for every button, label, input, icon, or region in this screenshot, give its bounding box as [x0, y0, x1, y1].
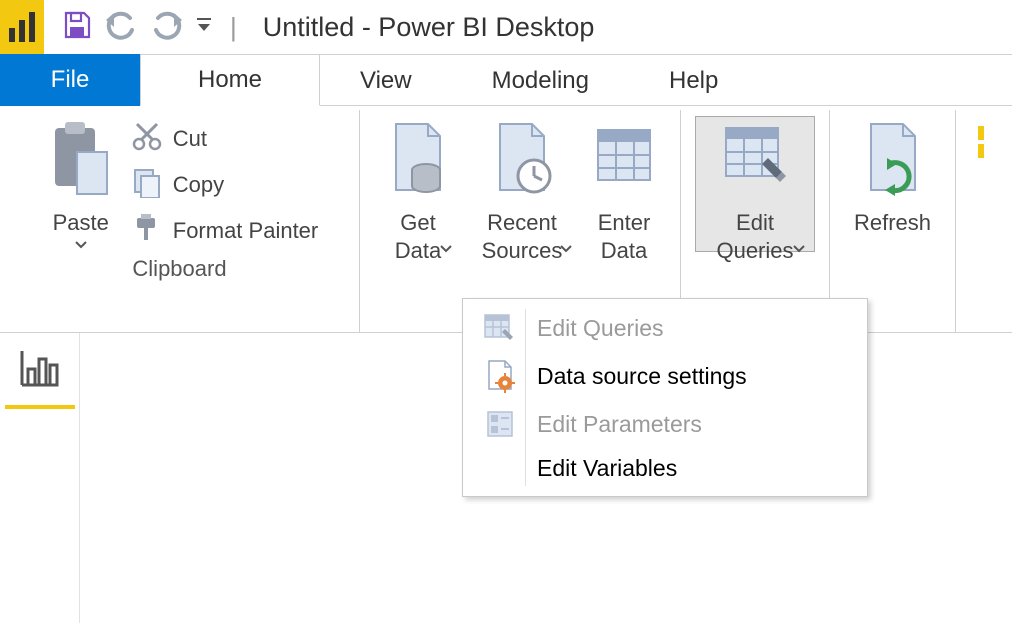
chevron-down-icon — [560, 240, 572, 248]
paste-icon — [51, 120, 111, 203]
edit-queries-label: Edit Queries — [716, 209, 793, 264]
tab-view[interactable]: View — [320, 54, 452, 106]
menu-edit-queries-label: Edit Queries — [537, 315, 664, 342]
paste-label: Paste — [53, 209, 109, 237]
data-source-settings-icon — [481, 359, 519, 393]
get-data-button[interactable]: Get Data — [374, 116, 462, 252]
edit-queries-button[interactable]: Edit Queries — [695, 116, 815, 252]
chevron-down-icon — [440, 240, 452, 248]
tab-help[interactable]: Help — [629, 54, 758, 106]
menu-data-source-settings[interactable]: Data source settings — [463, 351, 867, 401]
recent-sources-button[interactable]: Recent Sources — [462, 116, 582, 252]
save-icon[interactable] — [62, 10, 92, 45]
edit-queries-icon — [720, 120, 790, 203]
group-clipboard: Paste Cut — [0, 110, 360, 332]
menu-separator — [525, 309, 526, 486]
enter-data-icon — [592, 120, 656, 203]
chevron-down-icon — [793, 240, 805, 248]
clipboard-group-label: Clipboard — [132, 256, 226, 282]
enter-data-label: Enter Data — [598, 209, 651, 264]
chevron-down-icon — [75, 237, 87, 245]
qat-dropdown-icon[interactable] — [196, 16, 212, 39]
menu-edit-queries: Edit Queries — [463, 305, 867, 351]
menu-edit-variables[interactable]: Edit Variables — [463, 447, 867, 490]
copy-button[interactable]: Copy — [131, 166, 319, 204]
get-data-icon — [386, 120, 450, 203]
undo-icon[interactable] — [104, 10, 138, 45]
tab-file[interactable]: File — [0, 54, 140, 106]
group-extra — [956, 110, 1012, 332]
menu-data-source-settings-label: Data source settings — [537, 363, 747, 390]
format-painter-label: Format Painter — [173, 218, 319, 244]
app-icon — [0, 0, 44, 54]
tab-home[interactable]: Home — [140, 54, 320, 106]
recent-sources-label: Recent Sources — [482, 209, 563, 264]
cut-button[interactable]: Cut — [131, 120, 319, 158]
qat-separator: | — [230, 12, 237, 43]
report-view-button[interactable] — [5, 333, 75, 409]
cut-icon — [131, 120, 163, 158]
redo-icon[interactable] — [150, 10, 184, 45]
title-bar: | Untitled - Power BI Desktop — [0, 0, 1012, 54]
menu-edit-parameters-label: Edit Parameters — [537, 411, 702, 438]
view-switcher — [0, 333, 80, 623]
refresh-button[interactable]: Refresh — [844, 116, 941, 241]
copy-icon — [131, 166, 163, 204]
format-painter-icon — [131, 212, 163, 250]
cut-label: Cut — [173, 126, 207, 152]
format-painter-button[interactable]: Format Painter — [131, 212, 319, 250]
copy-label: Copy — [173, 172, 224, 198]
menu-edit-variables-label: Edit Variables — [537, 455, 677, 482]
edit-queries-icon — [481, 313, 519, 343]
ribbon-tabs: File Home View Modeling Help — [0, 54, 1012, 106]
tab-spacer — [758, 54, 1012, 106]
refresh-icon — [861, 120, 925, 203]
partial-icon — [976, 124, 996, 179]
enter-data-button[interactable]: Enter Data — [582, 116, 666, 268]
get-data-label: Get Data — [395, 209, 441, 264]
menu-edit-parameters: Edit Parameters — [463, 401, 867, 447]
refresh-label: Refresh — [854, 209, 931, 237]
window-title: Untitled - Power BI Desktop — [263, 12, 595, 43]
tab-modeling[interactable]: Modeling — [452, 54, 629, 106]
edit-parameters-icon — [481, 409, 519, 439]
edit-queries-menu: Edit Queries Data source settings — [462, 298, 868, 497]
paste-button[interactable]: Paste — [41, 116, 121, 249]
quick-access-toolbar: | Untitled - Power BI Desktop — [62, 10, 594, 45]
recent-sources-icon — [490, 120, 554, 203]
